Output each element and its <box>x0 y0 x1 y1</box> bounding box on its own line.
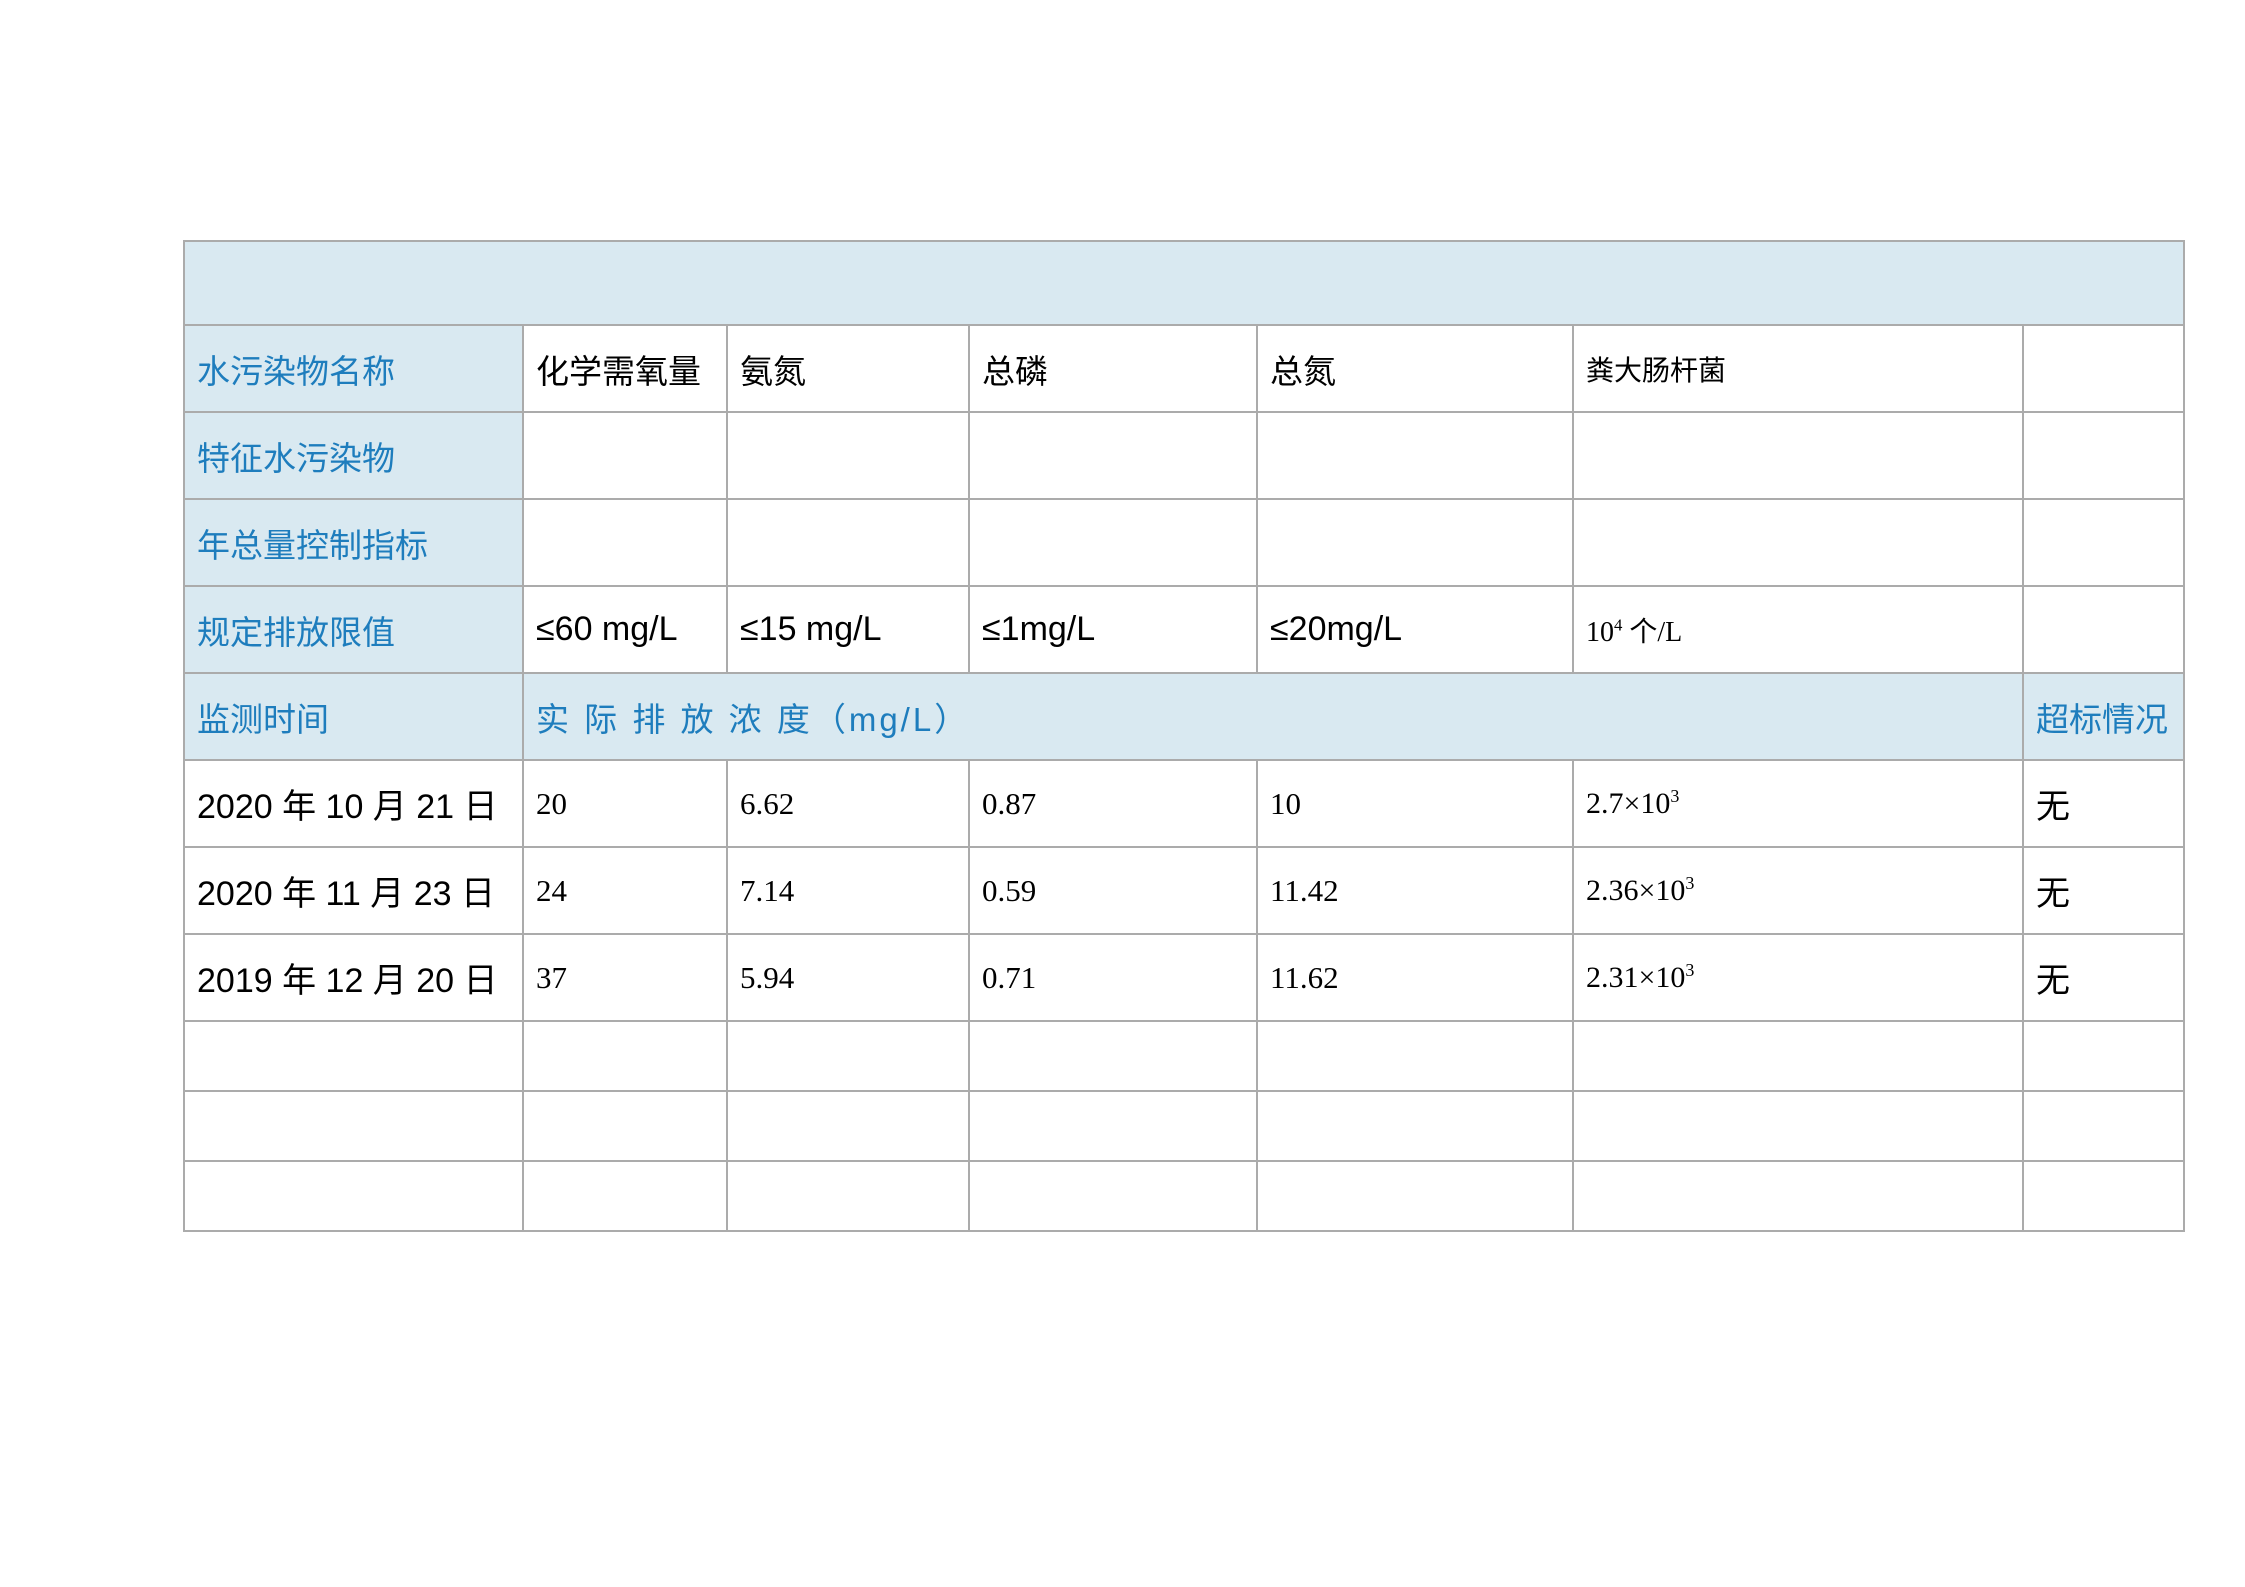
empty-cell <box>1573 1161 2023 1231</box>
empty-cell <box>1257 1021 1573 1091</box>
value-cod: 37 <box>523 934 727 1021</box>
empty-cell <box>1257 499 1573 586</box>
water-pollutant-table: 水污染物名称 化学需氧量 氨氮 总磷 总氮 粪大肠杆菌 特征水污染物 年总量控制… <box>183 240 2185 1232</box>
empty-cell <box>1573 1021 2023 1091</box>
table-row-empty <box>184 1021 2184 1091</box>
value-phosphorus: 0.59 <box>969 847 1257 934</box>
empty-cell <box>969 412 1257 499</box>
empty-cell <box>523 1091 727 1161</box>
empty-cell <box>523 1161 727 1231</box>
empty-cell <box>969 1021 1257 1091</box>
limit-phosphorus: ≤1mg/L <box>969 586 1257 673</box>
empty-cell <box>2023 1091 2184 1161</box>
actual-emission-concentration-header: 实 际 排 放 浓 度（mg/L） <box>523 673 2023 760</box>
document-page: { "colors": { "header_bg": "#d9e9f1", "h… <box>0 0 2245 1587</box>
empty-cell <box>727 1161 969 1231</box>
table-row: 2019 年 12 月 20 日 37 5.94 0.71 11.62 2.31… <box>184 934 2184 1021</box>
coliform-base: 2.31×10 <box>1586 961 1685 994</box>
empty-cell <box>184 1161 523 1231</box>
pollutant-fecal-coliform: 粪大肠杆菌 <box>1573 325 2023 412</box>
limit-ammonia: ≤15 mg/L <box>727 586 969 673</box>
table-row: 水污染物名称 化学需氧量 氨氮 总磷 总氮 粪大肠杆菌 <box>184 325 2184 412</box>
table-row: 特征水污染物 <box>184 412 2184 499</box>
exceedance-status: 无 <box>2023 934 2184 1021</box>
limit-nitrogen: ≤20mg/L <box>1257 586 1573 673</box>
value-cod: 20 <box>523 760 727 847</box>
pollutant-cod: 化学需氧量 <box>523 325 727 412</box>
value-ammonia: 5.94 <box>727 934 969 1021</box>
exceedance-status-header: 超标情况 <box>2023 673 2184 760</box>
table-row: 监测时间 实 际 排 放 浓 度（mg/L） 超标情况 <box>184 673 2184 760</box>
value-nitrogen: 11.62 <box>1257 934 1573 1021</box>
table-row <box>184 241 2184 325</box>
empty-cell <box>2023 499 2184 586</box>
coliform-exponent: 3 <box>1670 786 1679 806</box>
empty-cell <box>523 499 727 586</box>
empty-cell <box>727 412 969 499</box>
monitor-date: 2020 年 11 月 23 日 <box>184 847 523 934</box>
empty-cell <box>969 499 1257 586</box>
value-cod: 24 <box>523 847 727 934</box>
coliform-base: 2.36×10 <box>1586 874 1685 907</box>
empty-cell <box>969 1091 1257 1161</box>
banner-cell <box>184 241 2184 325</box>
empty-cell <box>1257 412 1573 499</box>
row-label-monitoring-time: 监测时间 <box>184 673 523 760</box>
table-row-empty <box>184 1161 2184 1231</box>
empty-cell <box>1573 412 2023 499</box>
empty-cell <box>727 499 969 586</box>
empty-cell <box>1573 1091 2023 1161</box>
empty-cell <box>727 1091 969 1161</box>
table-row: 2020 年 10 月 21 日 20 6.62 0.87 10 2.7×103… <box>184 760 2184 847</box>
row-label-annual-control: 年总量控制指标 <box>184 499 523 586</box>
table-row: 规定排放限值 ≤60 mg/L ≤15 mg/L ≤1mg/L ≤20mg/L … <box>184 586 2184 673</box>
value-nitrogen: 11.42 <box>1257 847 1573 934</box>
limit-coliform-unit: 个/L <box>1622 617 1682 648</box>
empty-cell <box>727 1021 969 1091</box>
monitor-date: 2019 年 12 月 20 日 <box>184 934 523 1021</box>
value-phosphorus: 0.87 <box>969 760 1257 847</box>
table-row: 年总量控制指标 <box>184 499 2184 586</box>
empty-cell <box>969 1161 1257 1231</box>
limit-coliform-base: 10 <box>1586 617 1614 648</box>
monitor-date: 2020 年 10 月 21 日 <box>184 760 523 847</box>
value-nitrogen: 10 <box>1257 760 1573 847</box>
empty-cell <box>2023 1021 2184 1091</box>
coliform-exponent: 3 <box>1685 960 1694 980</box>
empty-cell <box>2023 325 2184 412</box>
empty-cell <box>2023 412 2184 499</box>
empty-cell <box>523 412 727 499</box>
empty-cell <box>523 1021 727 1091</box>
row-label-pollutant-name: 水污染物名称 <box>184 325 523 412</box>
value-fecal-coliform: 2.7×103 <box>1573 760 2023 847</box>
empty-cell <box>2023 1161 2184 1231</box>
value-ammonia: 7.14 <box>727 847 969 934</box>
empty-cell <box>2023 586 2184 673</box>
empty-cell <box>184 1021 523 1091</box>
value-phosphorus: 0.71 <box>969 934 1257 1021</box>
value-ammonia: 6.62 <box>727 760 969 847</box>
limit-cod: ≤60 mg/L <box>523 586 727 673</box>
empty-cell <box>1257 1161 1573 1231</box>
exceedance-status: 无 <box>2023 847 2184 934</box>
empty-cell <box>1257 1091 1573 1161</box>
empty-cell <box>184 1091 523 1161</box>
pollutant-monitoring-table-container: 水污染物名称 化学需氧量 氨氮 总磷 总氮 粪大肠杆菌 特征水污染物 年总量控制… <box>183 240 2185 1232</box>
coliform-base: 2.7×10 <box>1586 787 1670 820</box>
table-row: 2020 年 11 月 23 日 24 7.14 0.59 11.42 2.36… <box>184 847 2184 934</box>
pollutant-phosphorus: 总磷 <box>969 325 1257 412</box>
coliform-exponent: 3 <box>1685 873 1694 893</box>
empty-cell <box>1573 499 2023 586</box>
limit-fecal-coliform: 104 个/L <box>1573 586 2023 673</box>
exceedance-status: 无 <box>2023 760 2184 847</box>
pollutant-ammonia: 氨氮 <box>727 325 969 412</box>
table-row-empty <box>184 1091 2184 1161</box>
value-fecal-coliform: 2.36×103 <box>1573 847 2023 934</box>
pollutant-nitrogen: 总氮 <box>1257 325 1573 412</box>
value-fecal-coliform: 2.31×103 <box>1573 934 2023 1021</box>
row-label-characteristic-pollutant: 特征水污染物 <box>184 412 523 499</box>
row-label-emission-limit: 规定排放限值 <box>184 586 523 673</box>
